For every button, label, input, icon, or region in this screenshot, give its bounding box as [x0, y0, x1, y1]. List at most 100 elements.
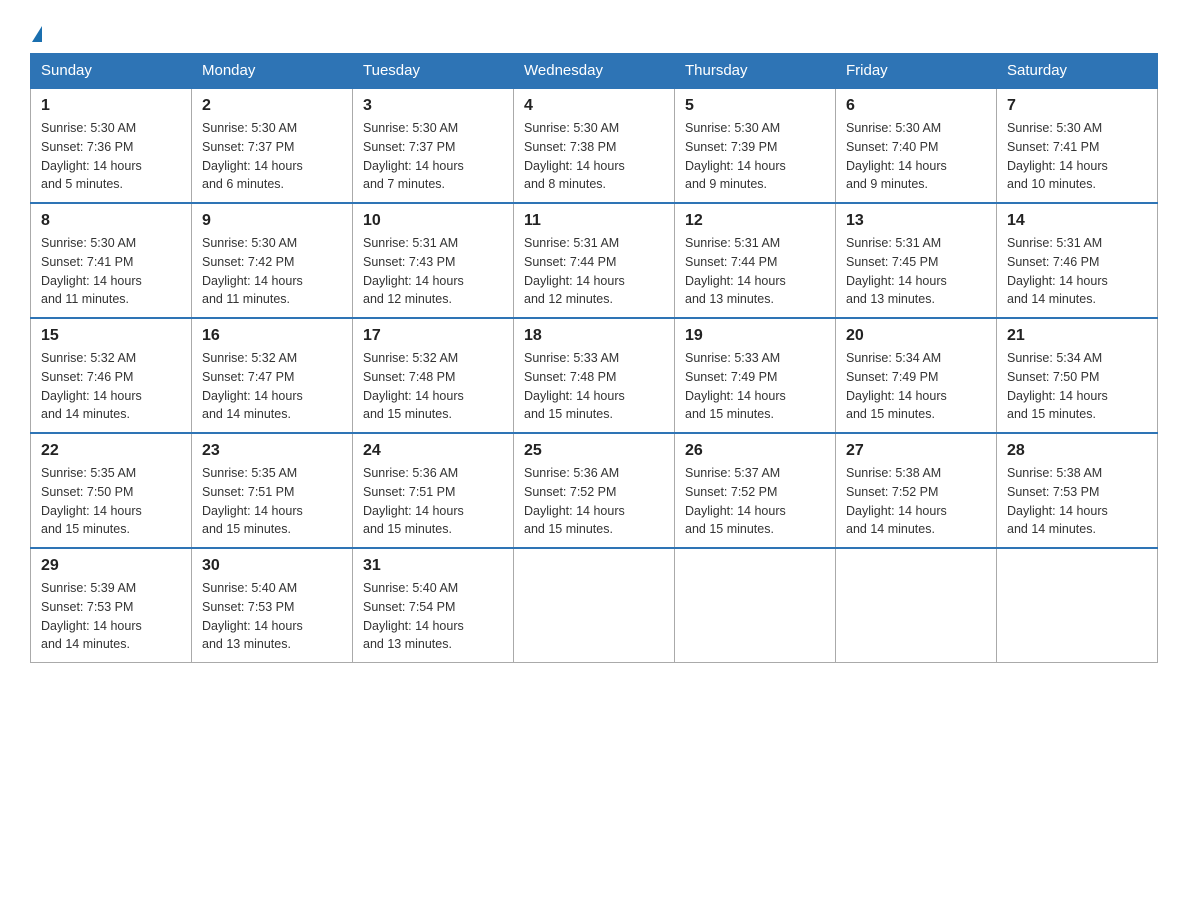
calendar-cell: 4 Sunrise: 5:30 AM Sunset: 7:38 PM Dayli… — [514, 88, 675, 203]
day-number: 13 — [846, 212, 986, 230]
calendar-cell: 3 Sunrise: 5:30 AM Sunset: 7:37 PM Dayli… — [353, 88, 514, 203]
day-number: 21 — [1007, 327, 1147, 345]
day-info: Sunrise: 5:33 AM Sunset: 7:48 PM Dayligh… — [524, 349, 664, 424]
calendar-cell: 11 Sunrise: 5:31 AM Sunset: 7:44 PM Dayl… — [514, 203, 675, 318]
calendar-cell: 18 Sunrise: 5:33 AM Sunset: 7:48 PM Dayl… — [514, 318, 675, 433]
day-number: 4 — [524, 97, 664, 115]
weekday-header-cell: Thursday — [675, 54, 836, 89]
day-number: 6 — [846, 97, 986, 115]
calendar-cell — [675, 548, 836, 663]
day-info: Sunrise: 5:33 AM Sunset: 7:49 PM Dayligh… — [685, 349, 825, 424]
calendar-cell: 26 Sunrise: 5:37 AM Sunset: 7:52 PM Dayl… — [675, 433, 836, 548]
day-info: Sunrise: 5:30 AM Sunset: 7:37 PM Dayligh… — [363, 119, 503, 194]
day-info: Sunrise: 5:30 AM Sunset: 7:39 PM Dayligh… — [685, 119, 825, 194]
calendar-table: SundayMondayTuesdayWednesdayThursdayFrid… — [30, 53, 1158, 663]
day-number: 11 — [524, 212, 664, 230]
calendar-cell: 10 Sunrise: 5:31 AM Sunset: 7:43 PM Dayl… — [353, 203, 514, 318]
page-header — [30, 20, 1158, 43]
day-info: Sunrise: 5:32 AM Sunset: 7:46 PM Dayligh… — [41, 349, 181, 424]
day-number: 3 — [363, 97, 503, 115]
calendar-cell: 27 Sunrise: 5:38 AM Sunset: 7:52 PM Dayl… — [836, 433, 997, 548]
calendar-cell: 6 Sunrise: 5:30 AM Sunset: 7:40 PM Dayli… — [836, 88, 997, 203]
calendar-cell: 14 Sunrise: 5:31 AM Sunset: 7:46 PM Dayl… — [997, 203, 1158, 318]
day-info: Sunrise: 5:35 AM Sunset: 7:51 PM Dayligh… — [202, 464, 342, 539]
calendar-cell: 13 Sunrise: 5:31 AM Sunset: 7:45 PM Dayl… — [836, 203, 997, 318]
calendar-cell: 1 Sunrise: 5:30 AM Sunset: 7:36 PM Dayli… — [31, 88, 192, 203]
calendar-cell: 19 Sunrise: 5:33 AM Sunset: 7:49 PM Dayl… — [675, 318, 836, 433]
calendar-cell — [997, 548, 1158, 663]
day-number: 31 — [363, 557, 503, 575]
calendar-cell: 20 Sunrise: 5:34 AM Sunset: 7:49 PM Dayl… — [836, 318, 997, 433]
day-info: Sunrise: 5:35 AM Sunset: 7:50 PM Dayligh… — [41, 464, 181, 539]
day-info: Sunrise: 5:36 AM Sunset: 7:52 PM Dayligh… — [524, 464, 664, 539]
calendar-cell: 28 Sunrise: 5:38 AM Sunset: 7:53 PM Dayl… — [997, 433, 1158, 548]
calendar-week-row: 15 Sunrise: 5:32 AM Sunset: 7:46 PM Dayl… — [31, 318, 1158, 433]
calendar-cell: 25 Sunrise: 5:36 AM Sunset: 7:52 PM Dayl… — [514, 433, 675, 548]
logo — [30, 20, 42, 43]
day-info: Sunrise: 5:30 AM Sunset: 7:36 PM Dayligh… — [41, 119, 181, 194]
day-number: 8 — [41, 212, 181, 230]
calendar-week-row: 29 Sunrise: 5:39 AM Sunset: 7:53 PM Dayl… — [31, 548, 1158, 663]
day-info: Sunrise: 5:40 AM Sunset: 7:53 PM Dayligh… — [202, 579, 342, 654]
day-info: Sunrise: 5:31 AM Sunset: 7:45 PM Dayligh… — [846, 234, 986, 309]
day-info: Sunrise: 5:30 AM Sunset: 7:40 PM Dayligh… — [846, 119, 986, 194]
logo-triangle-icon — [32, 26, 42, 42]
day-number: 7 — [1007, 97, 1147, 115]
calendar-cell: 31 Sunrise: 5:40 AM Sunset: 7:54 PM Dayl… — [353, 548, 514, 663]
calendar-week-row: 1 Sunrise: 5:30 AM Sunset: 7:36 PM Dayli… — [31, 88, 1158, 203]
day-info: Sunrise: 5:32 AM Sunset: 7:47 PM Dayligh… — [202, 349, 342, 424]
day-number: 9 — [202, 212, 342, 230]
day-number: 24 — [363, 442, 503, 460]
calendar-cell: 7 Sunrise: 5:30 AM Sunset: 7:41 PM Dayli… — [997, 88, 1158, 203]
day-number: 20 — [846, 327, 986, 345]
calendar-cell: 17 Sunrise: 5:32 AM Sunset: 7:48 PM Dayl… — [353, 318, 514, 433]
day-info: Sunrise: 5:30 AM Sunset: 7:41 PM Dayligh… — [41, 234, 181, 309]
day-info: Sunrise: 5:31 AM Sunset: 7:44 PM Dayligh… — [524, 234, 664, 309]
day-number: 26 — [685, 442, 825, 460]
day-info: Sunrise: 5:31 AM Sunset: 7:44 PM Dayligh… — [685, 234, 825, 309]
calendar-cell — [514, 548, 675, 663]
weekday-header-row: SundayMondayTuesdayWednesdayThursdayFrid… — [31, 54, 1158, 89]
day-number: 19 — [685, 327, 825, 345]
day-info: Sunrise: 5:30 AM Sunset: 7:41 PM Dayligh… — [1007, 119, 1147, 194]
calendar-cell: 9 Sunrise: 5:30 AM Sunset: 7:42 PM Dayli… — [192, 203, 353, 318]
day-number: 15 — [41, 327, 181, 345]
day-info: Sunrise: 5:36 AM Sunset: 7:51 PM Dayligh… — [363, 464, 503, 539]
calendar-week-row: 22 Sunrise: 5:35 AM Sunset: 7:50 PM Dayl… — [31, 433, 1158, 548]
day-info: Sunrise: 5:38 AM Sunset: 7:53 PM Dayligh… — [1007, 464, 1147, 539]
calendar-cell: 12 Sunrise: 5:31 AM Sunset: 7:44 PM Dayl… — [675, 203, 836, 318]
calendar-cell: 8 Sunrise: 5:30 AM Sunset: 7:41 PM Dayli… — [31, 203, 192, 318]
day-number: 14 — [1007, 212, 1147, 230]
day-info: Sunrise: 5:32 AM Sunset: 7:48 PM Dayligh… — [363, 349, 503, 424]
calendar-cell — [836, 548, 997, 663]
day-number: 29 — [41, 557, 181, 575]
day-info: Sunrise: 5:30 AM Sunset: 7:37 PM Dayligh… — [202, 119, 342, 194]
day-number: 22 — [41, 442, 181, 460]
day-info: Sunrise: 5:34 AM Sunset: 7:49 PM Dayligh… — [846, 349, 986, 424]
calendar-cell: 22 Sunrise: 5:35 AM Sunset: 7:50 PM Dayl… — [31, 433, 192, 548]
day-number: 17 — [363, 327, 503, 345]
day-number: 27 — [846, 442, 986, 460]
day-number: 1 — [41, 97, 181, 115]
day-number: 25 — [524, 442, 664, 460]
calendar-cell: 15 Sunrise: 5:32 AM Sunset: 7:46 PM Dayl… — [31, 318, 192, 433]
calendar-cell: 16 Sunrise: 5:32 AM Sunset: 7:47 PM Dayl… — [192, 318, 353, 433]
day-info: Sunrise: 5:39 AM Sunset: 7:53 PM Dayligh… — [41, 579, 181, 654]
day-info: Sunrise: 5:34 AM Sunset: 7:50 PM Dayligh… — [1007, 349, 1147, 424]
day-info: Sunrise: 5:30 AM Sunset: 7:38 PM Dayligh… — [524, 119, 664, 194]
day-info: Sunrise: 5:31 AM Sunset: 7:43 PM Dayligh… — [363, 234, 503, 309]
day-number: 28 — [1007, 442, 1147, 460]
day-info: Sunrise: 5:30 AM Sunset: 7:42 PM Dayligh… — [202, 234, 342, 309]
calendar-cell: 2 Sunrise: 5:30 AM Sunset: 7:37 PM Dayli… — [192, 88, 353, 203]
day-number: 10 — [363, 212, 503, 230]
weekday-header-cell: Monday — [192, 54, 353, 89]
weekday-header-cell: Saturday — [997, 54, 1158, 89]
day-info: Sunrise: 5:40 AM Sunset: 7:54 PM Dayligh… — [363, 579, 503, 654]
calendar-cell: 23 Sunrise: 5:35 AM Sunset: 7:51 PM Dayl… — [192, 433, 353, 548]
calendar-week-row: 8 Sunrise: 5:30 AM Sunset: 7:41 PM Dayli… — [31, 203, 1158, 318]
day-number: 12 — [685, 212, 825, 230]
day-number: 16 — [202, 327, 342, 345]
day-number: 5 — [685, 97, 825, 115]
weekday-header-cell: Friday — [836, 54, 997, 89]
day-number: 23 — [202, 442, 342, 460]
